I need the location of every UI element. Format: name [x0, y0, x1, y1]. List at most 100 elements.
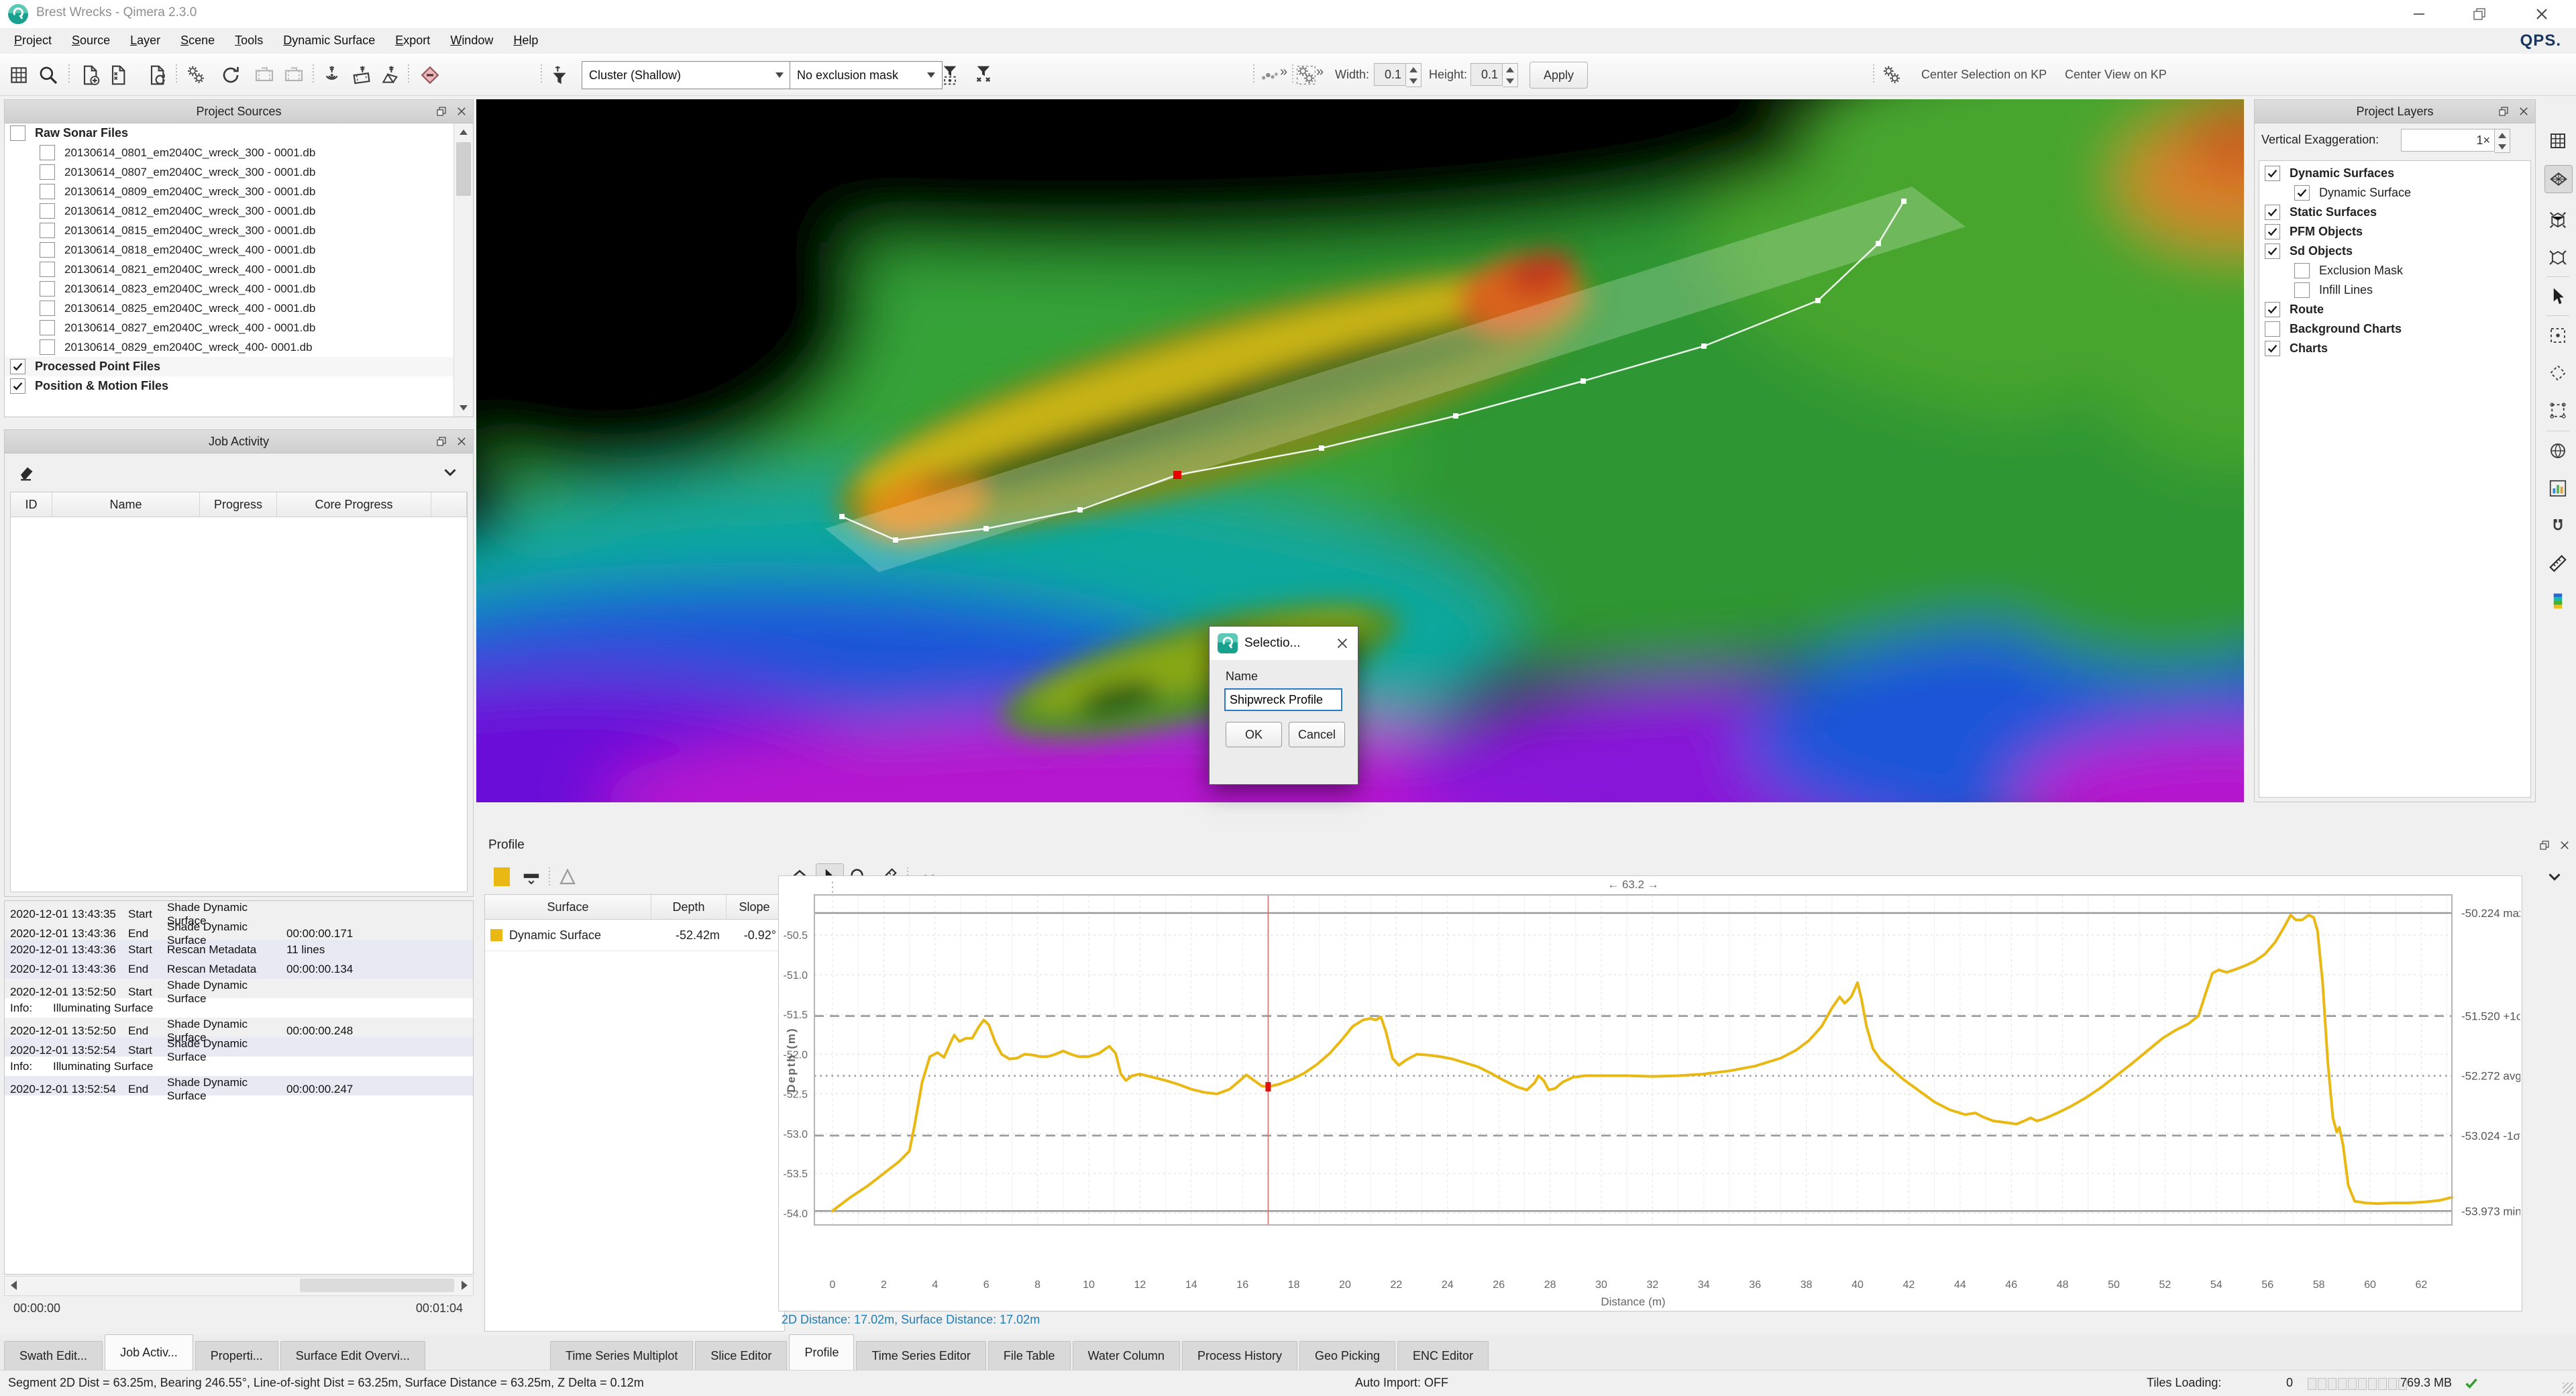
column-header[interactable]: Slope [727, 895, 783, 919]
tab-geo-picking[interactable]: Geo Picking [1299, 1341, 1395, 1370]
series-color-swatch[interactable] [488, 863, 515, 890]
scroll-up-icon[interactable] [454, 123, 473, 141]
filter-profile-tool-icon[interactable] [546, 62, 573, 89]
source-group[interactable]: Processed Point Files [5, 357, 454, 376]
source-file[interactable]: 20130614_0818_em2040C_wreck_400 - 0001.d… [5, 240, 454, 260]
menu-tools[interactable]: Tools [225, 28, 273, 53]
tab-profile[interactable]: Profile [789, 1334, 854, 1370]
project-sources-scrollbar[interactable] [453, 123, 473, 417]
magnet-snap-button[interactable] [2544, 513, 2571, 539]
filter-extents-button[interactable] [970, 62, 997, 89]
checkbox[interactable] [2265, 302, 2280, 317]
layer-item-pfm-objects[interactable]: PFM Objects [2259, 222, 2530, 241]
height-stepper[interactable] [1503, 63, 1518, 87]
source-file[interactable]: 20130614_0827_em2040C_wreck_400 - 0001.d… [5, 318, 454, 337]
exclusion-mask-select[interactable]: No exclusion mask [790, 61, 943, 89]
cancel-button[interactable]: Cancel [1289, 722, 1345, 747]
checkbox[interactable] [2265, 321, 2280, 337]
tab-job-activ-[interactable]: Job Activ... [105, 1334, 193, 1370]
source-file[interactable]: 20130614_0823_em2040C_wreck_400 - 0001.d… [5, 279, 454, 299]
layer-item-dynamic-surfaces[interactable]: Dynamic Surfaces [2259, 164, 2530, 183]
menu-window[interactable]: Window [440, 28, 503, 53]
menu-layer[interactable]: Layer [120, 28, 170, 53]
tab-file-table[interactable]: File Table [988, 1341, 1071, 1370]
source-file[interactable]: 20130614_0809_em2040C_wreck_300 - 0001.d… [5, 182, 454, 201]
center-view-on-kp-button[interactable]: Center View on KP [2059, 54, 2172, 95]
point-select-button[interactable] [2544, 322, 2571, 349]
log-horizontal-scrollbar[interactable] [4, 1276, 474, 1296]
polygon-select-button[interactable] [2544, 360, 2571, 386]
ok-button[interactable]: OK [1226, 722, 1282, 747]
menu-source[interactable]: Source [62, 28, 120, 53]
checkbox[interactable] [40, 184, 55, 199]
reload-files-button[interactable] [144, 62, 170, 89]
point-tools-button[interactable] [1258, 62, 1281, 89]
float-panel-icon[interactable] [2498, 105, 2510, 117]
tab-surface-edit-overvi-[interactable]: Surface Edit Overvi... [280, 1341, 425, 1370]
checkbox[interactable] [2294, 282, 2310, 298]
apply-button[interactable]: Apply [1529, 62, 1588, 89]
height-field[interactable] [1470, 63, 1503, 86]
grid-tools-button[interactable] [1295, 62, 1318, 89]
checkbox[interactable] [40, 262, 55, 277]
layer-item-route[interactable]: Route [2259, 300, 2530, 319]
tab-properti-[interactable]: Properti... [195, 1341, 278, 1370]
width-stepper[interactable] [1406, 63, 1421, 87]
layer-item-dynamic-surface[interactable]: Dynamic Surface [2259, 183, 2530, 203]
float-panel-icon[interactable] [2538, 839, 2551, 851]
surface-edit-button[interactable] [413, 62, 447, 89]
profile-cursor-marker[interactable] [1173, 471, 1181, 479]
name-input[interactable] [1224, 688, 1342, 711]
layout-grid-button[interactable] [2544, 127, 2571, 154]
tab-water-column[interactable]: Water Column [1073, 1341, 1180, 1370]
add-raw-sonar-files-button[interactable] [76, 62, 103, 89]
snap-globe-button[interactable] [2544, 437, 2571, 464]
checkbox[interactable] [10, 378, 25, 394]
close-panel-icon[interactable] [455, 105, 468, 117]
tab-slice-editor[interactable]: Slice Editor [695, 1341, 787, 1370]
source-file[interactable]: 20130614_0815_em2040C_wreck_300 - 0001.d… [5, 221, 454, 240]
edit-soundings-button[interactable] [319, 62, 346, 89]
line-style-button[interactable] [518, 863, 545, 890]
surface-view-button[interactable] [2544, 165, 2573, 193]
swath-edit-button[interactable] [377, 62, 404, 89]
dialog-close-icon[interactable] [1334, 635, 1351, 652]
clear-jobs-button[interactable] [14, 459, 41, 486]
tab-process-history[interactable]: Process History [1182, 1341, 1297, 1370]
checkbox[interactable] [40, 203, 55, 219]
open-project-button[interactable] [35, 62, 62, 89]
expand-point-tools-icon[interactable]: » [1280, 64, 1287, 80]
collapse-profile-icon[interactable] [2541, 863, 2568, 890]
zoom-extents-3d-button[interactable] [2544, 207, 2571, 233]
kp-settings-icon[interactable] [1878, 62, 1905, 89]
colormap-button[interactable] [2544, 588, 2571, 614]
scene-3d-view[interactable] [476, 99, 2244, 802]
add-processed-points-button[interactable] [105, 62, 131, 89]
cluster-filter-select[interactable]: Cluster (Shallow) [582, 61, 791, 89]
checkbox[interactable] [40, 301, 55, 316]
vertical-exaggeration-field[interactable] [2401, 129, 2495, 152]
menu-export[interactable]: Export [385, 28, 440, 53]
checkbox[interactable] [10, 125, 25, 141]
checkbox[interactable] [10, 359, 25, 374]
checkbox[interactable] [2294, 263, 2310, 278]
checkbox[interactable] [2294, 185, 2310, 201]
menu-help[interactable]: Help [503, 28, 548, 53]
source-file[interactable]: 20130614_0821_em2040C_wreck_400 - 0001.d… [5, 260, 454, 279]
center-selection-on-kp-button[interactable]: Center Selection on KP [1916, 54, 2052, 95]
source-file[interactable]: 20130614_0812_em2040C_wreck_300 - 0001.d… [5, 201, 454, 221]
layer-item-background-charts[interactable]: Background Charts [2259, 319, 2530, 339]
vertical-exaggeration-stepper[interactable] [2495, 129, 2510, 153]
collapse-panel-icon[interactable] [437, 459, 464, 486]
slice-edit-button[interactable] [348, 62, 375, 89]
close-panel-icon[interactable] [2518, 105, 2530, 117]
layer-item-infill-lines[interactable]: Infill Lines [2259, 280, 2530, 300]
close-panel-icon[interactable] [2559, 839, 2571, 851]
filter-selection-button[interactable] [936, 62, 963, 89]
float-panel-icon[interactable] [435, 105, 447, 117]
checkbox[interactable] [2265, 244, 2280, 259]
tab-time-series-multiplot[interactable]: Time Series Multiplot [550, 1341, 693, 1370]
column-header[interactable]: ID [11, 492, 52, 517]
checkbox[interactable] [40, 223, 55, 238]
checkbox[interactable] [2265, 224, 2280, 239]
